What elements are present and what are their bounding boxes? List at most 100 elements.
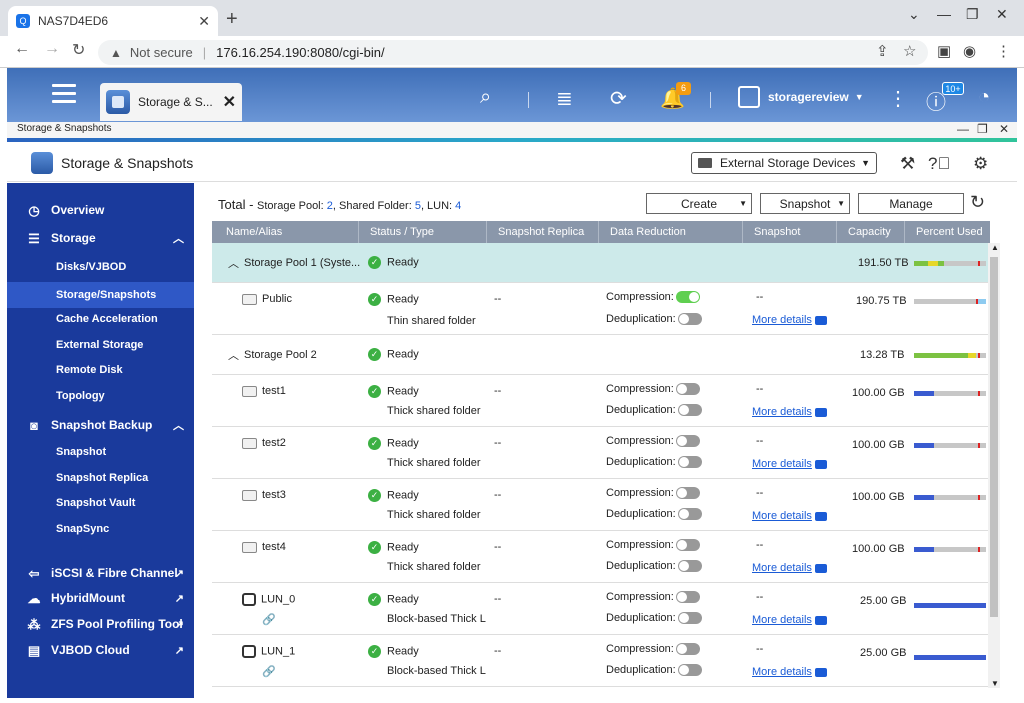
cloud-icon: ☁ bbox=[27, 591, 41, 606]
col-snapshot[interactable]: Snapshot bbox=[754, 226, 800, 238]
refresh-icon[interactable]: ↻ bbox=[970, 192, 985, 213]
minimize-icon[interactable]: — bbox=[937, 6, 951, 22]
table-row[interactable]: Public ✓ Ready Thin shared folder -- Comp… bbox=[212, 283, 988, 335]
search-icon[interactable]: ⌕ bbox=[480, 86, 491, 109]
sidebar-item-snapshot-vault[interactable]: Snapshot Vault bbox=[7, 497, 194, 509]
dedup-toggle[interactable] bbox=[677, 612, 702, 625]
close-icon[interactable]: ✕ bbox=[223, 92, 236, 112]
table-row[interactable]: LUN_0 🔗 ✓ Ready Block-based Thick L -- Compres… bbox=[212, 583, 988, 635]
col-data-reduction[interactable]: Data Reduction bbox=[610, 226, 686, 238]
help-icon[interactable]: ?⃝ bbox=[928, 154, 950, 174]
sidepanel-icon[interactable]: ▣ bbox=[937, 42, 951, 60]
close-window-icon[interactable]: ✕ bbox=[996, 6, 1008, 23]
more-details-link[interactable]: More details bbox=[752, 314, 812, 326]
table-row[interactable]: test3 ✓ Ready Thick shared folder -- Compress… bbox=[212, 479, 988, 531]
sidebar-item-storage-snapshots[interactable]: Storage/Snapshots bbox=[7, 282, 194, 308]
compression-toggle[interactable] bbox=[675, 539, 700, 552]
table-row[interactable]: LUN_1 🔗 ✓ Ready Block-based Thick L -- Compres… bbox=[212, 635, 988, 687]
sidebar-item-storage[interactable]: ☰ Storage ︿ bbox=[7, 231, 194, 246]
table-row[interactable]: test2 ✓ Ready Thick shared folder -- Compress… bbox=[212, 427, 988, 479]
minimize-app-icon[interactable]: — bbox=[957, 122, 969, 136]
dedup-toggle[interactable] bbox=[677, 404, 702, 417]
ready-check-icon: ✓ bbox=[368, 348, 381, 361]
create-button[interactable]: Create ▼ bbox=[646, 193, 752, 214]
sidebar-item-iscsi[interactable]: ⇦ iSCSI & Fibre Channel ↗ bbox=[7, 566, 194, 581]
sidebar-item-snapshot-replica[interactable]: Snapshot Replica bbox=[7, 472, 194, 484]
maximize-icon[interactable]: ❐ bbox=[966, 6, 979, 23]
new-tab-icon[interactable]: + bbox=[226, 8, 238, 31]
app-tab[interactable]: Storage & S... ✕ bbox=[100, 83, 242, 121]
task-stack-icon[interactable]: ≣ bbox=[556, 86, 573, 111]
address-bar[interactable]: ▲ Not secure | 176.16.254.190:8080/cgi-b… bbox=[98, 40, 928, 65]
compression-toggle[interactable] bbox=[675, 291, 700, 304]
compression-toggle[interactable] bbox=[675, 591, 700, 604]
sidebar-item-hybridmount[interactable]: ☁ HybridMount ↗ bbox=[7, 591, 194, 606]
sidebar-item-snapshot[interactable]: Snapshot bbox=[7, 446, 194, 458]
star-icon[interactable]: ☆ bbox=[903, 42, 916, 60]
gear-icon[interactable]: ⚙ bbox=[973, 154, 988, 174]
compression-toggle[interactable] bbox=[675, 383, 700, 396]
compression-toggle[interactable] bbox=[675, 435, 700, 448]
collapse-icon[interactable]: ︿ bbox=[228, 347, 239, 363]
maximize-app-icon[interactable]: ❐ bbox=[977, 122, 988, 136]
sync-icon[interactable]: ⟳ bbox=[610, 86, 627, 111]
sidebar-item-external[interactable]: External Storage bbox=[7, 339, 194, 351]
collapse-icon[interactable]: ︿ bbox=[228, 255, 239, 271]
snapshot-button[interactable]: Snapshot ▼ bbox=[760, 193, 850, 214]
more-options-icon[interactable]: ⋮ bbox=[888, 86, 908, 111]
main-menu-icon[interactable] bbox=[52, 84, 76, 108]
pool-row[interactable]: ︿ Storage Pool 1 (Syste... ✓ Ready 191.50… bbox=[212, 243, 988, 283]
col-status[interactable]: Status / Type bbox=[370, 226, 434, 238]
more-details-link[interactable]: More details bbox=[752, 510, 812, 522]
scroll-thumb[interactable] bbox=[990, 257, 998, 617]
dedup-toggle[interactable] bbox=[677, 560, 702, 573]
menu-dots-icon[interactable]: ⋮ bbox=[996, 42, 1011, 60]
close-tab-icon[interactable]: ✕ bbox=[198, 13, 210, 30]
more-details-link[interactable]: More details bbox=[752, 458, 812, 470]
manage-button[interactable]: Manage bbox=[858, 193, 964, 214]
speedometer-icon: ◷ bbox=[28, 203, 40, 218]
more-details-link[interactable]: More details bbox=[752, 562, 812, 574]
sidebar-item-topology[interactable]: Topology bbox=[7, 390, 194, 402]
table-row[interactable]: test1 ✓ Ready Thick shared folder -- Compress… bbox=[212, 375, 988, 427]
more-details-link[interactable]: More details bbox=[752, 614, 812, 626]
sidebar-item-snapshot-backup[interactable]: ◙ Snapshot Backup ︿ bbox=[7, 418, 194, 433]
more-details-link[interactable]: More details bbox=[752, 666, 812, 678]
tools-icon[interactable]: ⚒ bbox=[900, 154, 915, 174]
dedup-toggle[interactable] bbox=[677, 456, 702, 469]
col-percent-used[interactable]: Percent Used bbox=[916, 226, 983, 238]
sidebar-item-zfs[interactable]: ⁂ ZFS Pool Profiling Tool ↗ bbox=[7, 617, 194, 632]
reload-icon[interactable]: ↻ bbox=[72, 40, 85, 60]
dedup-toggle[interactable] bbox=[677, 313, 702, 326]
forward-icon[interactable]: → bbox=[44, 40, 60, 58]
sidebar-item-cache[interactable]: Cache Acceleration bbox=[7, 313, 194, 325]
user-menu[interactable]: storagereview ▼ bbox=[738, 86, 864, 108]
chevron-down-icon[interactable]: ⌄ bbox=[908, 6, 920, 23]
scrollbar[interactable]: ▲ ▼ bbox=[988, 243, 1000, 688]
scroll-down-icon[interactable]: ▼ bbox=[991, 679, 999, 688]
dedup-toggle[interactable] bbox=[677, 664, 702, 677]
compression-toggle[interactable] bbox=[675, 487, 700, 500]
sidebar-item-disks[interactable]: Disks/VJBOD bbox=[7, 261, 194, 273]
external-link-icon: ↗ bbox=[174, 592, 184, 605]
dedup-toggle[interactable] bbox=[677, 508, 702, 521]
browser-tab[interactable]: Q NAS7D4ED6 ✕ bbox=[8, 6, 218, 36]
more-details-link[interactable]: More details bbox=[752, 406, 812, 418]
close-app-icon[interactable]: ✕ bbox=[999, 122, 1009, 136]
col-name[interactable]: Name/Alias bbox=[226, 226, 282, 238]
back-icon[interactable]: ← bbox=[14, 40, 30, 58]
sidebar-item-overview[interactable]: ◷ Overview bbox=[7, 203, 194, 218]
sidebar-item-snapsync[interactable]: SnapSync bbox=[7, 523, 194, 535]
share-icon[interactable]: ⇪ bbox=[876, 42, 889, 60]
scroll-up-icon[interactable]: ▲ bbox=[991, 243, 999, 252]
sidebar-item-remote[interactable]: Remote Disk bbox=[7, 364, 194, 376]
compression-toggle[interactable] bbox=[675, 643, 700, 656]
external-storage-dropdown[interactable]: External Storage Devices ▼ bbox=[691, 152, 877, 174]
sidebar-item-vjbod-cloud[interactable]: ▤ VJBOD Cloud ↗ bbox=[7, 643, 194, 658]
table-row[interactable]: test4 ✓ Ready Thick shared folder -- Compress… bbox=[212, 531, 988, 583]
profile-icon[interactable]: ◉ bbox=[963, 42, 976, 60]
col-capacity[interactable]: Capacity bbox=[848, 226, 891, 238]
pool-row[interactable]: ︿ Storage Pool 2 ✓ Ready 13.28 TB bbox=[212, 335, 988, 375]
resource-monitor-icon[interactable]: ◔ bbox=[978, 86, 990, 109]
col-snapshot-replica[interactable]: Snapshot Replica bbox=[498, 226, 584, 238]
